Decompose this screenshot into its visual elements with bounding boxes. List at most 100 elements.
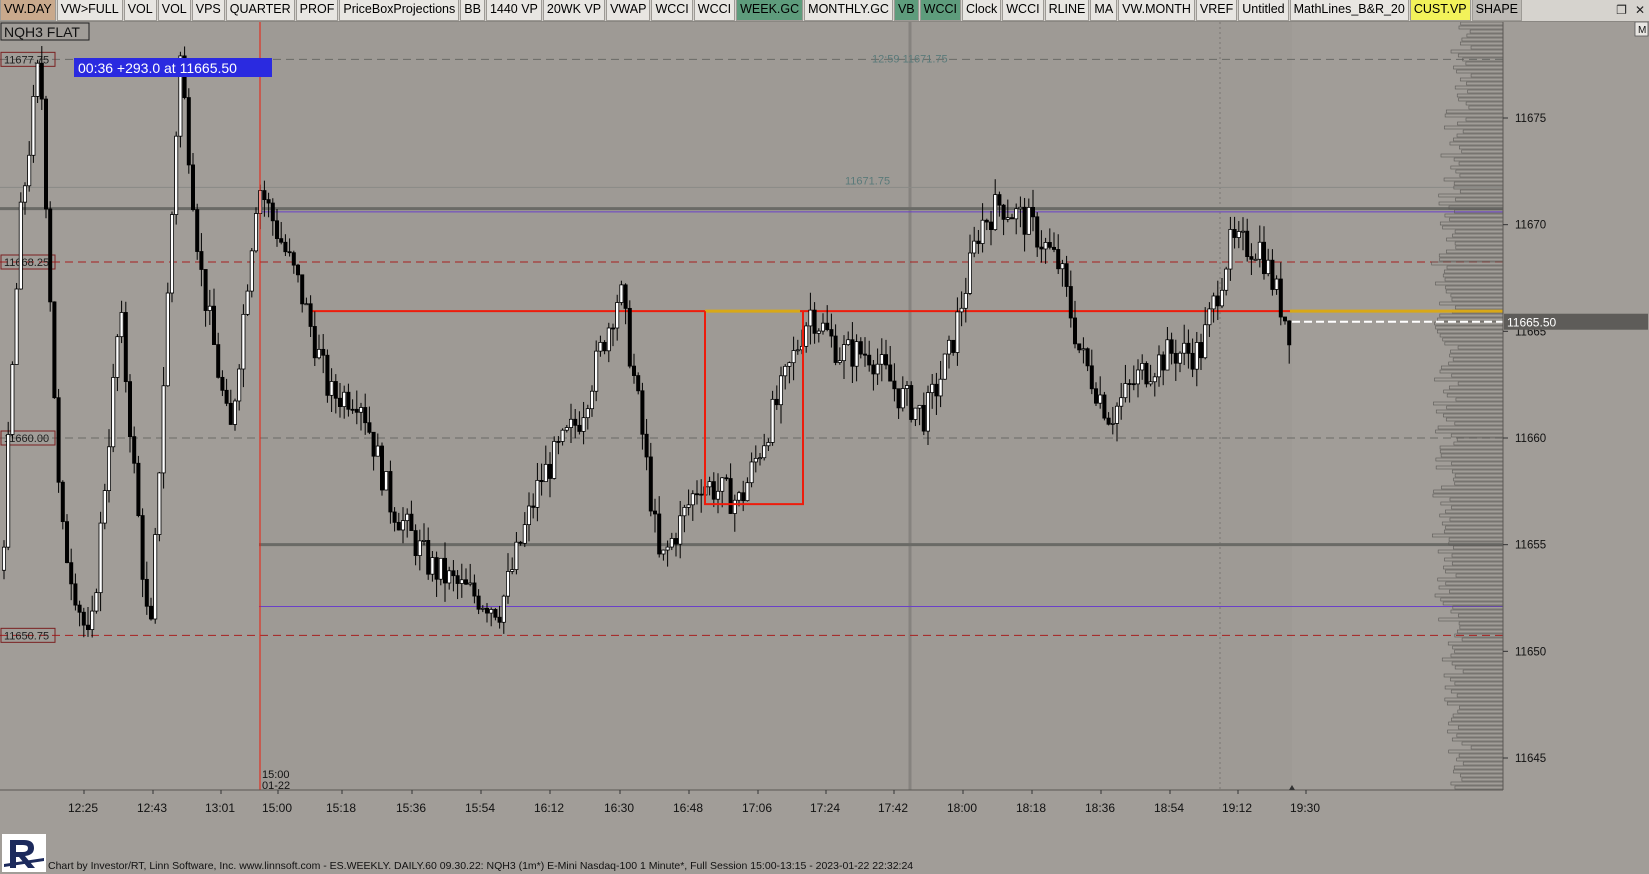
- time-tick-label-0: 12:25: [68, 801, 98, 815]
- candle-body: [325, 354, 330, 396]
- indicator-tab-24[interactable]: Untitled: [1238, 0, 1289, 21]
- candle-body: [888, 364, 893, 382]
- candle-body: [720, 477, 725, 492]
- indicator-tab-27[interactable]: SHAPE: [1471, 0, 1523, 21]
- indicator-tab-8[interactable]: BB: [460, 0, 485, 21]
- candle-body: [1152, 376, 1157, 383]
- indicator-tab-19[interactable]: WCCI: [1002, 0, 1044, 21]
- indicator-tab-25[interactable]: MathLines_B&R_20: [1289, 0, 1409, 21]
- candle-body: [779, 375, 784, 406]
- indicator-tab-21[interactable]: MA: [1090, 0, 1118, 21]
- candle-body: [1199, 342, 1204, 359]
- close-icon[interactable]: ✕: [1635, 0, 1645, 20]
- indicator-tab-4[interactable]: VPS: [191, 0, 225, 21]
- price-chart[interactable]: 11677.7511671.7511668.2511660.0011650.75…: [0, 22, 1649, 834]
- candle-body: [606, 327, 611, 352]
- candle-body: [821, 322, 826, 332]
- candle-body: [699, 493, 704, 496]
- candle-body: [808, 309, 813, 327]
- candle-body: [611, 327, 616, 330]
- candle-body: [442, 557, 447, 584]
- candle-body: [1228, 229, 1233, 270]
- indicator-tab-10[interactable]: 20WK VP: [542, 0, 606, 21]
- candle-body: [816, 330, 821, 334]
- candle-body: [1253, 258, 1258, 261]
- candle-body: [1203, 324, 1208, 359]
- candle-body: [484, 607, 489, 614]
- indicator-tab-5[interactable]: QUARTER: [225, 0, 295, 21]
- indicator-tab-9[interactable]: 1440 VP: [485, 0, 542, 21]
- candle-body: [463, 579, 468, 585]
- candle-body: [1018, 206, 1023, 210]
- candle-body: [1140, 362, 1145, 371]
- candle-body: [1178, 352, 1183, 364]
- candle-body: [619, 284, 624, 303]
- candle-body: [262, 190, 267, 201]
- indicator-tab-1[interactable]: VW>FULL: [56, 0, 123, 21]
- restore-icon[interactable]: ❐: [1616, 0, 1627, 20]
- indicator-tab-16[interactable]: VB: [893, 0, 919, 21]
- candle-body: [829, 329, 834, 337]
- candle-body: [976, 240, 981, 244]
- candle-body: [245, 290, 250, 315]
- candle-body: [140, 515, 145, 580]
- indicator-tab-23[interactable]: VREF: [1195, 0, 1238, 21]
- candle-body: [909, 385, 914, 420]
- candle-body: [27, 154, 32, 187]
- indicator-tab-14[interactable]: WEEK.GC: [736, 0, 804, 21]
- candle-body: [434, 557, 439, 580]
- indicator-tab-20[interactable]: RLINE: [1044, 0, 1090, 21]
- candle-body: [833, 335, 838, 363]
- candle-body: [1123, 383, 1128, 399]
- candle-body: [6, 434, 11, 548]
- indicator-tab-22[interactable]: VW.MONTH: [1118, 0, 1195, 21]
- indicator-tab-0[interactable]: VW.DAY: [0, 0, 56, 21]
- candle-body: [846, 339, 851, 345]
- candle-body: [459, 579, 464, 584]
- indicator-tab-11[interactable]: VWAP: [606, 0, 651, 21]
- candle-body: [989, 221, 994, 231]
- candle-body: [127, 381, 132, 438]
- indicator-tab-12[interactable]: WCCI: [651, 0, 693, 21]
- indicator-tab-18[interactable]: Clock: [961, 0, 1002, 21]
- indicator-tab-15[interactable]: MONTHLY.GC: [804, 0, 893, 21]
- candle-body: [1136, 369, 1141, 385]
- indicator-tab-2[interactable]: VOL: [123, 0, 157, 21]
- candle-body: [367, 422, 372, 433]
- candle-body: [804, 325, 809, 347]
- candle-body: [539, 479, 544, 483]
- indicator-tab-26[interactable]: CUST.VP: [1409, 0, 1471, 21]
- candle-body: [1220, 289, 1225, 307]
- candle-body: [1005, 217, 1010, 220]
- candle-body: [426, 540, 431, 575]
- candle-body: [741, 492, 746, 502]
- candle-body: [997, 194, 1002, 206]
- candle-body: [388, 471, 393, 513]
- candle-body: [102, 490, 107, 524]
- candle-body: [329, 381, 334, 396]
- candle-body: [153, 534, 158, 620]
- candle-body: [1073, 317, 1078, 345]
- candle-body: [972, 240, 977, 254]
- candle-body: [107, 446, 112, 491]
- indicator-tab-6[interactable]: PROF: [295, 0, 339, 21]
- candle-body: [1236, 231, 1241, 238]
- indicator-tab-13[interactable]: WCCI: [693, 0, 736, 21]
- candle-body: [14, 288, 19, 365]
- candle-body: [581, 417, 586, 432]
- candle-body: [842, 344, 847, 362]
- candle-body: [661, 549, 666, 555]
- candle-body: [732, 499, 737, 514]
- candle-body: [287, 251, 292, 254]
- candle-body: [674, 538, 679, 545]
- candle-body: [1165, 339, 1170, 371]
- indicator-tab-3[interactable]: VOL: [157, 0, 191, 21]
- indicator-tab-7[interactable]: PriceBoxProjections: [339, 0, 460, 21]
- candle-body: [1257, 241, 1262, 260]
- level-label-1: 11671.75: [845, 175, 890, 187]
- candle-body: [312, 326, 317, 359]
- candle-body: [1106, 417, 1111, 425]
- indicator-tab-17[interactable]: WCCI: [919, 0, 961, 21]
- candle-body: [774, 398, 779, 406]
- candle-body: [94, 592, 99, 612]
